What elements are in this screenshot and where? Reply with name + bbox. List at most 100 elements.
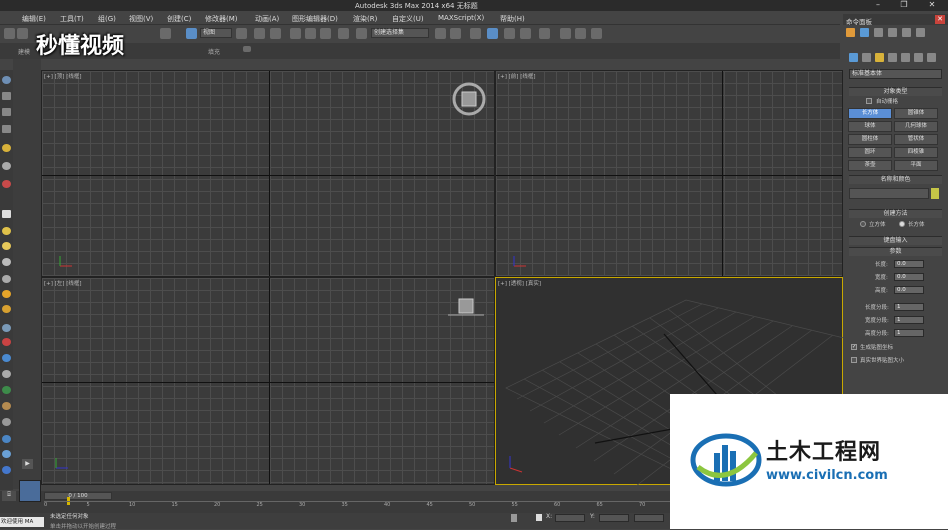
- autogrid-checkbox[interactable]: [866, 98, 872, 104]
- y-coord-field[interactable]: [599, 514, 629, 522]
- length-segs-spinner[interactable]: 1: [894, 303, 924, 311]
- reference-coord-dropdown[interactable]: 视图: [200, 28, 232, 38]
- torus-button[interactable]: 圆环: [848, 147, 892, 158]
- maximize-viewport-icon[interactable]: [19, 480, 41, 502]
- display-icon[interactable]: [2, 108, 11, 116]
- object-color-swatch[interactable]: [931, 188, 939, 199]
- shape-filter-icon[interactable]: [2, 227, 11, 235]
- motion-tab-icon[interactable]: [888, 28, 897, 37]
- menu-graph-editors[interactable]: 图形编辑器(D): [292, 14, 338, 24]
- percent-snap-icon[interactable]: [320, 28, 331, 39]
- modify-tab-icon[interactable]: [860, 28, 869, 37]
- viewcube-icon[interactable]: [451, 81, 487, 117]
- object-type-header[interactable]: 对象类型: [849, 87, 942, 96]
- z-coord-field[interactable]: [634, 514, 664, 522]
- display-tab-icon[interactable]: [902, 28, 911, 37]
- layer-explorer-icon[interactable]: [2, 92, 11, 100]
- box-radio[interactable]: [899, 221, 905, 227]
- plane-button[interactable]: 平面: [894, 160, 938, 171]
- height-segs-spinner[interactable]: 1: [894, 329, 924, 337]
- spacewarps-icon[interactable]: [914, 53, 923, 62]
- tube-button[interactable]: 管状体: [894, 134, 938, 145]
- viewport-left-label[interactable]: [+] [左] [线框]: [44, 279, 81, 287]
- minimize-button[interactable]: –: [864, 0, 892, 11]
- material-editor-icon[interactable]: [539, 28, 550, 39]
- shapes-icon[interactable]: [862, 53, 871, 62]
- maximize-button[interactable]: ❐: [890, 0, 918, 11]
- xref-icon[interactable]: [2, 354, 11, 362]
- list-icon[interactable]: [2, 125, 11, 133]
- world-icon[interactable]: [2, 450, 11, 458]
- viewport-top-label[interactable]: [+] [顶] [线框]: [44, 72, 81, 80]
- category-dropdown[interactable]: 标准基本体: [849, 69, 942, 79]
- spinner-snap-icon[interactable]: [338, 28, 349, 39]
- menu-edit[interactable]: 编辑(E): [22, 14, 46, 24]
- utilities-tab-icon[interactable]: [916, 28, 925, 37]
- teapot-button[interactable]: 茶壶: [848, 160, 892, 171]
- menu-create[interactable]: 创建(C): [167, 14, 191, 24]
- menu-help[interactable]: 帮助(H): [500, 14, 525, 24]
- geometry-icon[interactable]: [849, 53, 858, 62]
- create-tab-icon[interactable]: [846, 28, 855, 37]
- sphere-filter-icon[interactable]: [2, 242, 11, 250]
- close-panel-icon[interactable]: ✕: [935, 15, 945, 24]
- parameters-header[interactable]: 参数: [849, 247, 942, 256]
- creation-method-header[interactable]: 创建方法: [849, 209, 942, 218]
- object-name-field[interactable]: [849, 188, 929, 199]
- angle-snap-icon[interactable]: [305, 28, 316, 39]
- width-spinner[interactable]: 0.0: [894, 273, 924, 281]
- scene-states-icon[interactable]: [2, 466, 11, 474]
- x-coord-field[interactable]: [555, 514, 585, 522]
- scene-explorer-icon[interactable]: [2, 76, 11, 84]
- curve-editor-icon[interactable]: [504, 28, 515, 39]
- viewport-front-label[interactable]: [+] [前] [线框]: [498, 72, 535, 80]
- viewport-top[interactable]: [+] [顶] [线框]: [41, 70, 495, 277]
- pyramid-button[interactable]: 四棱锥: [894, 147, 938, 158]
- particle-icon[interactable]: [2, 324, 11, 332]
- select-rotate-icon[interactable]: [254, 28, 265, 39]
- animal-icon[interactable]: [2, 402, 11, 410]
- real-world-checkbox[interactable]: [851, 357, 857, 363]
- ribbon-options-icon[interactable]: [243, 46, 251, 52]
- length-spinner[interactable]: 0.0: [894, 260, 924, 268]
- keyboard-entry-header[interactable]: 键盘输入: [849, 236, 942, 245]
- layer-manager-icon[interactable]: [470, 28, 481, 39]
- box-button[interactable]: 长方体: [848, 108, 892, 119]
- schematic-view-icon[interactable]: [520, 28, 531, 39]
- named-selection-set[interactable]: 创建选择集: [371, 28, 429, 38]
- box-filter-icon[interactable]: [2, 210, 11, 218]
- ribbon-tab-populate[interactable]: 填充: [208, 47, 220, 56]
- menu-modifiers[interactable]: 修改器(M): [205, 14, 238, 24]
- select-region-icon[interactable]: [186, 28, 197, 39]
- cone-button[interactable]: 圆锥体: [894, 108, 938, 119]
- camera-filter-icon[interactable]: [2, 258, 11, 266]
- viewcube-icon[interactable]: [446, 296, 484, 318]
- menu-views[interactable]: 视图(V): [129, 14, 153, 24]
- cube-radio[interactable]: [860, 221, 866, 227]
- systems-icon[interactable]: [927, 53, 936, 62]
- time-slider-thumb[interactable]: 0 / 100: [44, 492, 112, 500]
- viewport-front[interactable]: [+] [前] [线框]: [452, 70, 843, 277]
- key-filter-icon[interactable]: ⌸: [2, 491, 16, 501]
- sun-icon[interactable]: [2, 290, 11, 298]
- ribbon-tab-modeling[interactable]: 建模: [18, 47, 30, 56]
- cylinder-button[interactable]: 圆柱体: [848, 134, 892, 145]
- bone-icon[interactable]: [2, 162, 11, 170]
- select-scale-icon[interactable]: [270, 28, 281, 39]
- lock-icon[interactable]: [511, 514, 517, 522]
- time-slider[interactable]: 0 / 100 ⌸ 0 5 10 15 20 25 30 35 40 45 50 55 60 65 70: [0, 491, 670, 513]
- target-icon[interactable]: [2, 305, 11, 313]
- hierarchy-tab-icon[interactable]: [874, 28, 883, 37]
- gen-uv-checkbox[interactable]: ✓: [851, 344, 857, 350]
- cameras-icon[interactable]: [888, 53, 897, 62]
- viewport-left[interactable]: [+] [左] [线框]: [41, 277, 495, 485]
- tree-icon[interactable]: [2, 386, 11, 394]
- maxscript-listener[interactable]: 欢迎使用 MA: [0, 517, 44, 527]
- absolute-mode-icon[interactable]: [536, 514, 542, 521]
- select-object-icon[interactable]: [160, 28, 171, 39]
- spacewarp-icon[interactable]: [2, 338, 11, 346]
- menu-tools[interactable]: 工具(T): [60, 14, 84, 24]
- render-production-icon[interactable]: [591, 28, 602, 39]
- width-segs-spinner[interactable]: 1: [894, 316, 924, 324]
- unlink-icon[interactable]: [17, 28, 28, 39]
